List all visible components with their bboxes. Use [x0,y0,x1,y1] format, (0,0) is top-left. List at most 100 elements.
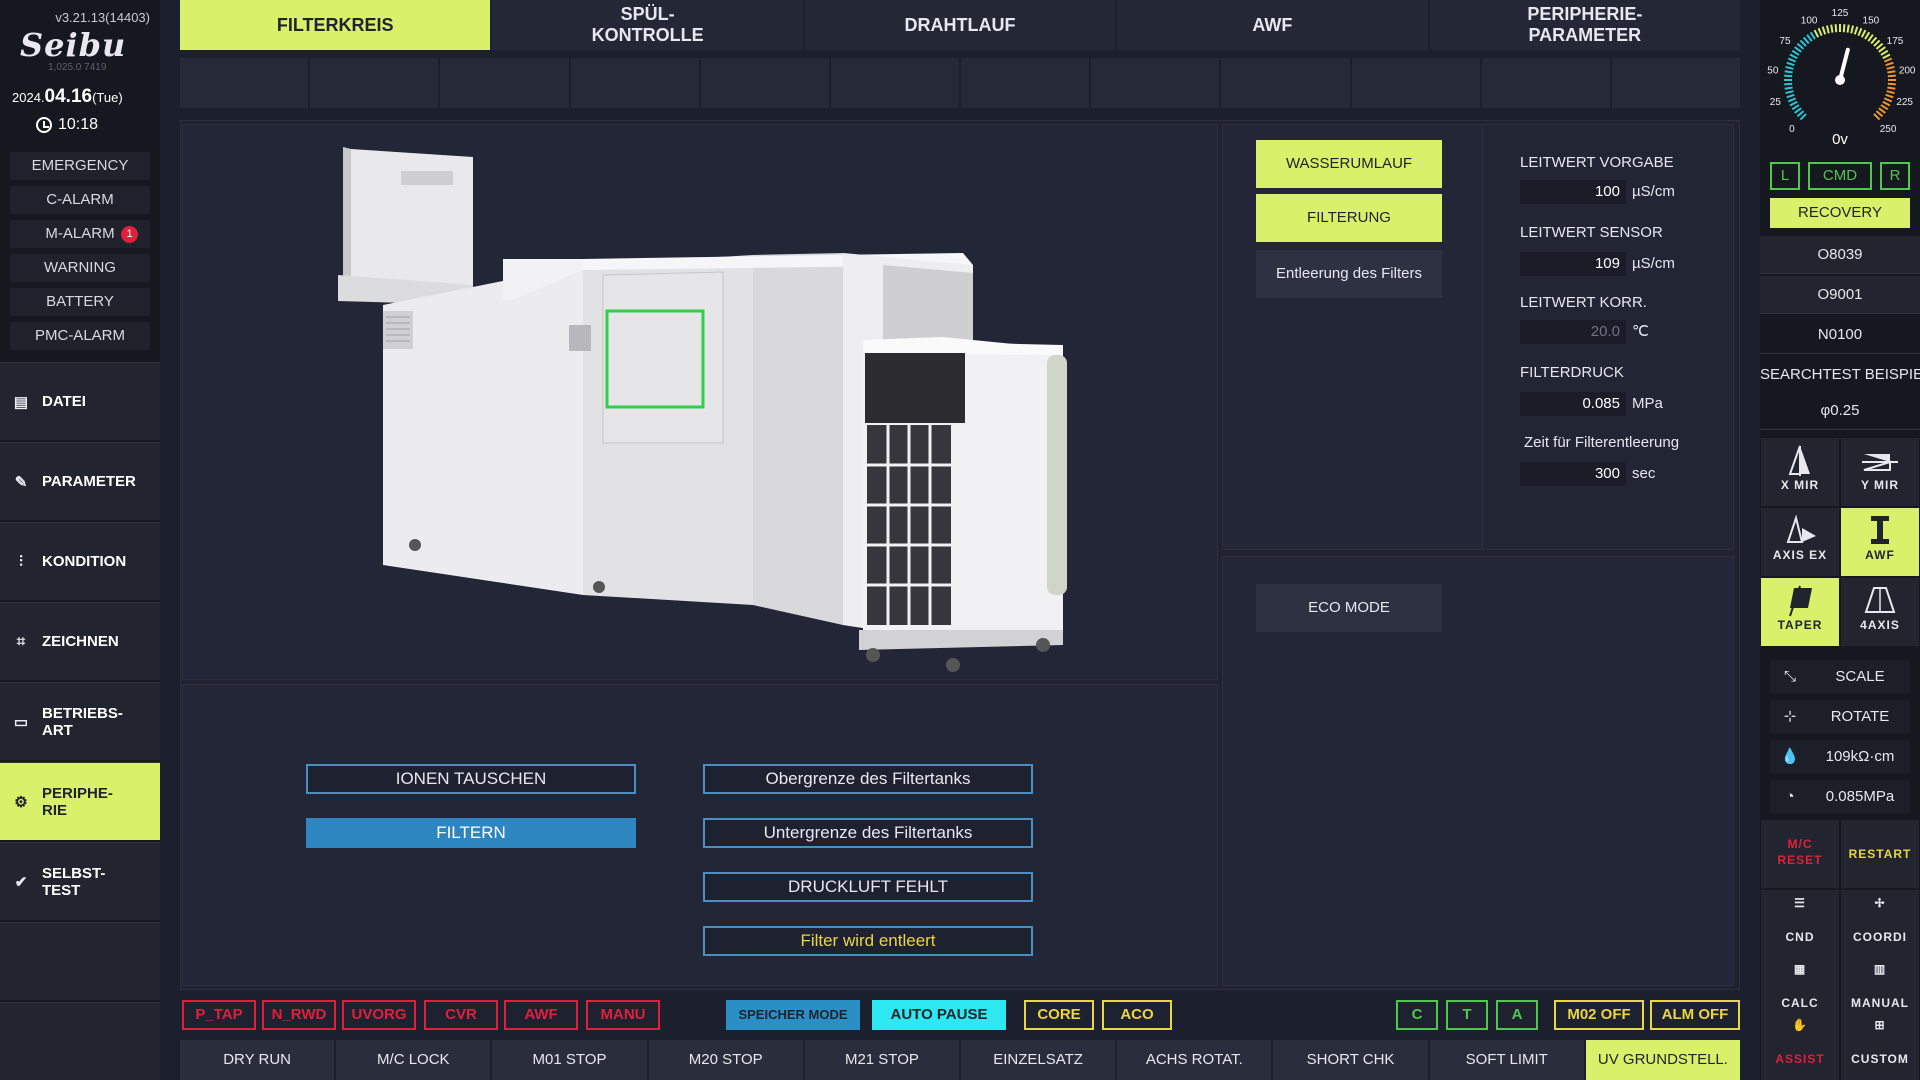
entleerung-button[interactable]: Entleerung des Filters [1256,250,1442,298]
leitwert-korr-label: LEITWERT KORR. [1520,294,1647,311]
gauge-tick [1794,107,1802,114]
status-m02-off: M02 OFF [1554,1000,1644,1030]
gauge-tick [1867,34,1874,42]
right-sidebar: 0 25 50 75 100 125 150 175 200 225 250 0v L CMD R … [1760,0,1920,1080]
filter-unit-illustration [338,147,1067,672]
gauge-tick [1887,82,1896,86]
leitwert-sensor-value: 109 [1520,252,1626,276]
eco-mode-button[interactable]: ECO MODE [1256,584,1442,632]
alarm-emergency[interactable]: EMERGENCY [10,152,150,180]
program-number-sub: O9001 [1760,276,1920,314]
search-text: SEARCHTEST BEISPIEL [1760,356,1920,394]
tab-awf[interactable]: AWF [1117,0,1430,50]
fkey-uv-grundstell[interactable]: UV GRUNDSTELL. [1585,1040,1741,1080]
subtab-9[interactable] [1221,58,1352,108]
subtab-6[interactable] [830,58,962,108]
taper-button[interactable]: TAPER [1761,578,1839,646]
filterentleerung-zeit-input[interactable]: 300 [1520,462,1626,486]
subtab-3[interactable] [440,58,571,108]
gauge-tick [1784,82,1793,86]
nav-peripherie[interactable]: ⚙ PERIPHE- RIE [0,762,160,840]
filterung-button[interactable]: FILTERUNG [1256,194,1442,242]
tab-peripherie-parameter[interactable]: PERIPHERIE- PARAMETER [1429,0,1741,50]
gauge-tick-label: 250 [1880,124,1897,135]
subtab-4[interactable] [570,58,701,108]
tab-drahtlauf[interactable]: DRAHTLAUF [804,0,1118,50]
gauge-tick [1784,86,1793,90]
fkey-m20-stop[interactable]: M20 STOP [648,1040,805,1080]
tab-filterkreis[interactable]: FILTERKREIS [180,0,493,50]
axis-ex-button[interactable]: AXIS EX [1761,508,1839,576]
cnd-button[interactable]: ☰ CND [1761,890,1839,958]
gauge-tick-label: 175 [1887,36,1904,47]
subtab-1[interactable] [180,58,311,108]
taper-icon [1761,578,1839,618]
machine-view-panel [182,124,1218,680]
gauge-tick-label: 75 [1779,36,1791,47]
coordi-button[interactable]: ✢ COORDI [1841,890,1919,958]
l-button[interactable]: L [1770,162,1800,190]
r-button[interactable]: R [1880,162,1910,190]
nav-betriebsart[interactable]: ▭ BETRIEBS- ART [0,682,160,760]
wrench-icon: ✎ [14,473,28,491]
subtab-11[interactable] [1481,58,1612,108]
program-number-main: O8039 [1760,236,1920,274]
x-mir-button[interactable]: X MIR [1761,438,1839,506]
subtab-2[interactable] [310,58,441,108]
subtab-8[interactable] [1091,58,1222,108]
nav-datei[interactable]: ▤ DATEI [0,362,160,440]
gauge-tick [1796,42,1805,50]
subtab-10[interactable] [1351,58,1482,108]
subtab-5[interactable] [700,58,831,108]
assist-button[interactable]: ✋ ASSIST [1761,1012,1839,1080]
gauge-tick [1850,25,1855,34]
fkey-mc-lock[interactable]: M/C LOCK [336,1040,493,1080]
alarm-warning[interactable]: WARNING [10,254,150,282]
nav-parameter[interactable]: ✎ PARAMETER [0,442,160,520]
fkey-soft-limit[interactable]: SOFT LIMIT [1429,1040,1586,1080]
custom-button[interactable]: ⊞ CUSTOM [1841,1012,1919,1080]
fkey-achs-rotat[interactable]: ACHS ROTAT. [1117,1040,1274,1080]
awf-tile-button[interactable]: AWF [1841,508,1919,576]
file-icon: ▤ [13,393,29,411]
gauge-tick [1885,61,1894,67]
nav-kondition[interactable]: ⫶ KONDITION [0,522,160,600]
fkey-einzelsatz[interactable]: EINZELSATZ [961,1040,1118,1080]
fkey-short-chk[interactable]: SHORT CHK [1273,1040,1430,1080]
alarm-battery[interactable]: BATTERY [10,288,150,316]
restart-button[interactable]: RESTART [1841,820,1919,888]
gauge-tick [1880,49,1889,56]
alarm-m[interactable]: M-ALARM 1 [10,220,150,248]
status-n-rwd: N_RWD [262,1000,336,1030]
fkey-m01-stop[interactable]: M01 STOP [492,1040,649,1080]
alarm-c[interactable]: C-ALARM [10,186,150,214]
y-mir-button[interactable]: Y MIR [1841,438,1919,506]
wasserumlauf-button[interactable]: WASSERUMLAUF [1256,140,1442,188]
nav-selbsttest[interactable]: ✔ SELBST- TEST [0,842,160,920]
pressure-gauge-icon: ◔ [1785,788,1795,805]
alarm-pmc[interactable]: PMC-ALARM [10,322,150,350]
fkey-dry-run[interactable]: DRY RUN [180,1040,337,1080]
filterdruck-label: FILTERDRUCK [1520,364,1624,381]
mc-reset-button[interactable]: M/C RESET [1761,820,1839,888]
cmd-button[interactable]: CMD [1808,162,1872,190]
scale-row[interactable]: ⤡ SCALE [1770,660,1910,694]
druckluft-indicator: DRUCKLUFT FEHLT [703,872,1033,902]
gauge-tick [1787,97,1797,103]
nav-zeichnen[interactable]: ⌗ ZEICHNEN [0,602,160,680]
left-sidebar: v3.21.13(14403) Seibu 1,025.0 7419 2024.… [0,0,160,1080]
rotate-row[interactable]: ⊹ ROTATE [1770,700,1910,734]
fkey-m21-stop[interactable]: M21 STOP [804,1040,962,1080]
recovery-button[interactable]: RECOVERY [1770,198,1910,228]
tab-spuelkontrolle[interactable]: SPÜL- KONTROLLE [492,0,805,50]
version-label: v3.21.13(14403) [55,10,150,25]
leitwert-vorgabe-input[interactable]: 100 [1520,180,1626,204]
gauge-tick [1794,46,1802,53]
subtab-7[interactable] [961,58,1092,108]
alarm-count-badge: 1 [121,226,138,243]
gauge-tick [1806,34,1813,42]
status-a: A [1496,1000,1538,1030]
4axis-button[interactable]: 4AXIS [1841,578,1919,646]
subtab-12[interactable] [1611,58,1741,108]
leitwert-vorgabe-unit: µS/cm [1632,183,1675,200]
